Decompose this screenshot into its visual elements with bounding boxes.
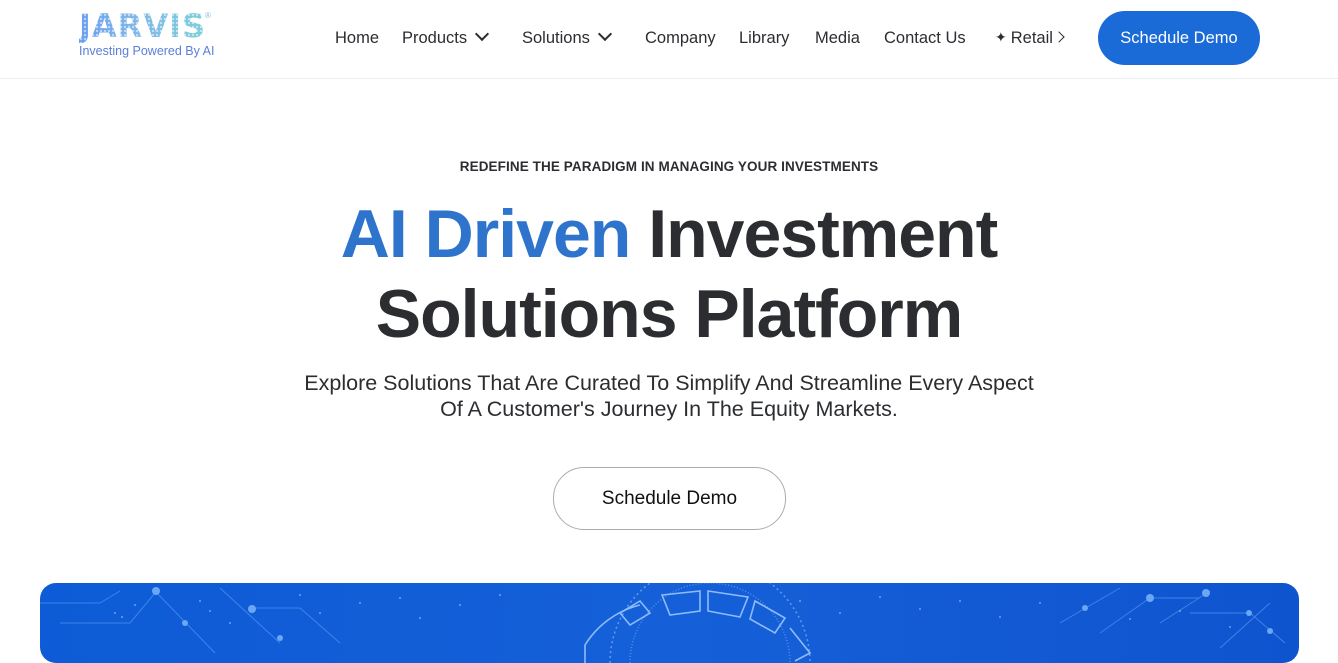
nav-solutions[interactable]: Solutions xyxy=(522,26,612,49)
hero-subtitle-line1: Explore Solutions That Are Curated To Si… xyxy=(304,371,1034,395)
nav-solutions-label: Solutions xyxy=(522,29,590,47)
hero-subtitle: Explore Solutions That Are Curated To Si… xyxy=(0,370,1338,422)
nav-media[interactable]: Media xyxy=(815,27,860,49)
nav-home[interactable]: Home xyxy=(335,27,379,49)
hero-subtitle-line2: Of A Customer's Journey In The Equity Ma… xyxy=(440,397,898,421)
registered-mark: ® xyxy=(205,11,211,20)
jarvis-logo[interactable]: JARVIS JARVIS ® Investing Powered By AI xyxy=(79,9,219,61)
schedule-demo-hero-button[interactable]: Schedule Demo xyxy=(553,467,786,530)
circuit-pattern-graphic xyxy=(40,583,1286,663)
logo-wordmark-texture: JARVIS xyxy=(79,7,207,45)
hero-banner-image xyxy=(40,583,1299,663)
nav-library[interactable]: Library xyxy=(739,27,789,49)
hero-title-accent: AI Driven xyxy=(340,196,632,272)
nav-retail[interactable]: ✦ Retail xyxy=(995,27,1065,49)
nav-products-label: Products xyxy=(402,29,468,47)
chevron-down-icon xyxy=(475,26,490,42)
hero-title-rest: Investment xyxy=(648,196,998,272)
chevron-right-icon xyxy=(1053,31,1065,43)
chevron-down-icon xyxy=(597,26,612,42)
logo-tagline: Investing Powered By AI xyxy=(79,44,215,58)
nav-contact-us[interactable]: Contact Us xyxy=(884,27,966,49)
nav-home-label: Home xyxy=(335,29,380,47)
hero-title-line2: Solutions Platform xyxy=(375,276,963,352)
nav-library-label: Library xyxy=(739,29,790,47)
nav-products[interactable]: Products xyxy=(402,26,490,49)
nav-retail-label: Retail xyxy=(1010,29,1053,47)
nav-company[interactable]: Company xyxy=(645,27,716,49)
site-header: JARVIS JARVIS ® Investing Powered By AI … xyxy=(0,0,1338,79)
nav-media-label: Media xyxy=(815,29,860,47)
schedule-demo-header-button[interactable]: Schedule Demo xyxy=(1098,11,1260,65)
hero-title: AI Driven Investment Solutions Platform xyxy=(0,194,1338,354)
nav-contact-us-label: Contact Us xyxy=(884,29,966,47)
nav-company-label: Company xyxy=(645,29,716,47)
sparkle-icon: ✦ xyxy=(995,29,1007,45)
hero-eyebrow: REDEFINE THE PARADIGM IN MANAGING YOUR I… xyxy=(459,159,879,174)
